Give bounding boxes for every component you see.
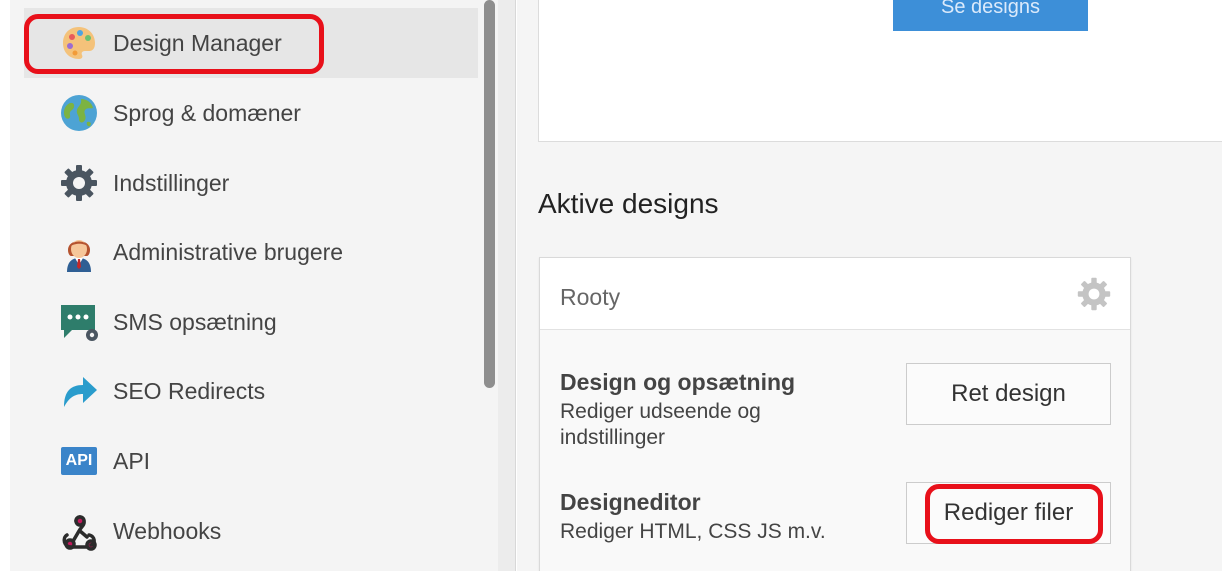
gear-icon[interactable]	[1076, 276, 1112, 312]
sidebar-item-label: Design Manager	[113, 29, 282, 56]
sidebar-item-settings[interactable]: Indstillinger	[24, 148, 478, 218]
palette-icon	[58, 22, 100, 64]
sidebar-item-webhooks[interactable]: Webhooks	[24, 496, 478, 566]
sidebar-item-api[interactable]: API API	[24, 426, 478, 496]
design-card: Rooty Design og opsætning Rediger udseen…	[539, 257, 1131, 571]
section-title: Aktive designs	[538, 188, 719, 219]
admin-user-icon	[58, 231, 100, 273]
sidebar-item-label: Indstillinger	[113, 169, 230, 196]
card-title: Rooty	[560, 284, 621, 310]
sms-icon	[58, 301, 100, 343]
sidebar-item-label: SMS opsætning	[113, 308, 277, 335]
sidebar-item-languages-domains[interactable]: Sprog & domæner	[24, 78, 478, 148]
design-setup-description: Rediger udseende og indstillinger	[560, 400, 761, 449]
design-editor-title: Designeditor	[560, 489, 701, 515]
globe-icon	[58, 92, 100, 134]
pane-divider	[498, 0, 516, 571]
design-setup-title: Design og opsætning	[560, 369, 796, 395]
sidebar-edge	[0, 0, 10, 571]
sidebar-scrollbar-thumb[interactable]	[484, 0, 495, 388]
design-panel	[538, 0, 1222, 142]
sidebar-item-label: Webhooks	[113, 517, 222, 544]
redirect-arrow-icon	[58, 370, 100, 412]
edit-design-button[interactable]: Ret design	[906, 363, 1111, 425]
sidebar-item-sms-setup[interactable]: SMS opsætning	[24, 287, 478, 357]
card-header: Rooty	[540, 258, 1130, 330]
sidebar-item-design-manager[interactable]: Design Manager	[24, 8, 478, 78]
api-icon: API	[58, 440, 100, 482]
webhooks-icon	[58, 510, 100, 552]
edit-files-button[interactable]: Rediger filer	[906, 482, 1111, 544]
see-designs-button[interactable]: Se designs	[893, 0, 1088, 31]
sidebar-item-label: Sprog & domæner	[113, 99, 301, 126]
sidebar-item-label: API	[113, 447, 151, 474]
sidebar-item-label: Administrative brugere	[113, 238, 344, 265]
design-editor-description: Rediger HTML, CSS JS m.v.	[560, 520, 826, 543]
sidebar-item-admin-users[interactable]: Administrative brugere	[24, 217, 478, 287]
sidebar-item-label: SEO Redirects	[113, 377, 266, 404]
gear-icon	[58, 162, 100, 204]
sidebar-item-seo-redirects[interactable]: SEO Redirects	[24, 356, 478, 426]
